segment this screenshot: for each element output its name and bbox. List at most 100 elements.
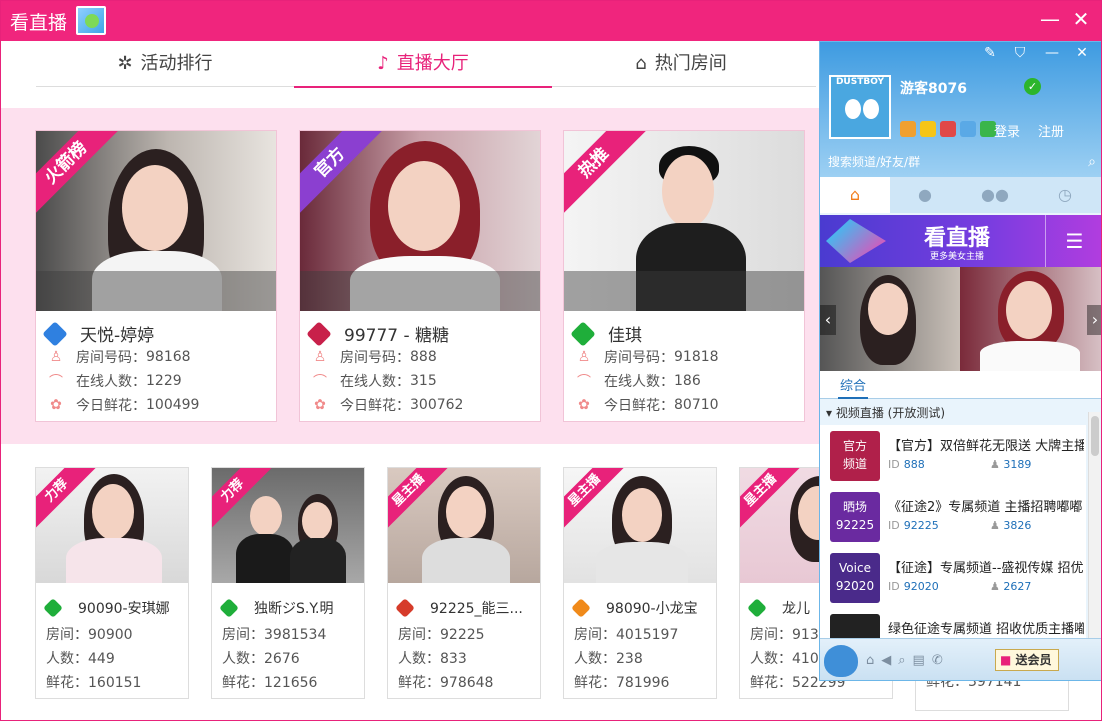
featured-card[interactable]: 官方 99777 - 糖糖 ♙ 房间号码： 888 ⌒ 在线人数： 315 ✿ 今日鲜花：…	[299, 130, 541, 422]
music-note-icon: ♪	[377, 53, 389, 74]
tab-hot-rooms[interactable]: ⌂ 热门房间	[552, 41, 810, 87]
host-card[interactable]: 力荐 90090-安琪娜 房间：90900 人数：449 鲜花：160151	[35, 467, 189, 699]
host-photo[interactable]: 星主播	[564, 468, 716, 583]
close-panel-button[interactable]: ✕	[1072, 45, 1092, 61]
tab-general[interactable]: 综合	[838, 375, 869, 399]
avatar[interactable]: DUSTBOY	[829, 75, 891, 139]
penguin-logo-icon[interactable]	[824, 645, 858, 677]
search-input[interactable]: 搜索频道/好友/群 ⌕	[828, 152, 1096, 172]
emerald-icon	[570, 320, 596, 347]
tab-chat[interactable]: ●	[890, 177, 960, 213]
flowers-row: 鲜花：781996	[574, 672, 669, 692]
tab-group-chat[interactable]: ●●	[960, 177, 1030, 213]
host-name-text: 98090-小龙宝	[606, 601, 698, 617]
list-item[interactable]: 绿色征途专属频道 招收优质主播嘟	[820, 610, 1086, 638]
carousel-photo[interactable]	[820, 267, 960, 371]
list-item[interactable]: Voice 92020 【征途】专属频道--盛视传媒 招优 ID 92020 ♟ …	[820, 549, 1086, 609]
search-icon[interactable]: ⌕	[898, 653, 905, 668]
featured-card[interactable]: 火箭榜 天悦-婷婷 ♙ 房间号码： 98168 ⌒ 在线人数： 1229 ✿ 今日鲜花： 1…	[35, 130, 277, 422]
note-icon[interactable]: ▤	[913, 653, 925, 668]
host-carousel[interactable]: ‹ ›	[820, 267, 1101, 371]
minimize-button[interactable]: —	[1038, 7, 1062, 31]
skin-icon[interactable]: ⛉	[1010, 45, 1030, 61]
register-link[interactable]: 注册	[1038, 121, 1064, 140]
room-row: 房间：3981534	[222, 624, 326, 644]
host-name-text: 92225_能三...	[430, 601, 523, 617]
signal-icon: ⌒	[577, 374, 591, 390]
host-card-partial[interactable]: 鲜花：397141	[915, 681, 1069, 711]
flowers-label: 今日鲜花：	[604, 398, 674, 414]
host-photo[interactable]: 力荐	[212, 468, 364, 583]
gift-vip-button[interactable]: ■ 送会员	[995, 649, 1059, 671]
people-row: 人数：449	[46, 648, 115, 668]
username: 游客8076	[900, 81, 967, 97]
edit-icon[interactable]: ✎	[980, 45, 1000, 61]
channel-list: 官方 频道 【官方】双倍鲜花无限送 大牌主播 ID 888 ♟ 3189 晒场 9…	[820, 425, 1086, 638]
people-count: 410	[792, 651, 819, 667]
flowers-label: 鲜花：	[574, 675, 616, 691]
rank-icon[interactable]	[920, 121, 936, 137]
flowers-count: 781996	[616, 675, 670, 691]
title-bar: 看直播 — ✕	[1, 1, 1101, 41]
phone-icon[interactable]: ✆	[932, 653, 943, 668]
home-icon[interactable]: ⌂	[866, 653, 874, 668]
login-link[interactable]: 登录	[994, 121, 1020, 140]
people-label: 人数：	[46, 651, 88, 667]
tab-activity-ranking[interactable]: ✲ 活动排行	[36, 41, 294, 87]
tab-recent[interactable]: ◷	[1030, 177, 1100, 213]
list-item[interactable]: 晒场 92225 《征途2》专属频道 主播招聘嘟嘟 ID 92225 ♟ 3826	[820, 488, 1086, 548]
people-label: 人数：	[222, 651, 264, 667]
room-label: 房间号码：	[76, 350, 146, 366]
host-card[interactable]: 力荐 独断ジS.Y.明 房间：3981534 人数：2676 鲜花：121656	[211, 467, 365, 699]
tab-live-hall[interactable]: ♪ 直播大厅	[294, 41, 552, 88]
channel-title: 《征途2》专属频道 主播招聘嘟嘟	[888, 500, 1083, 515]
tab-home[interactable]: ⌂	[820, 177, 890, 213]
game-icon[interactable]	[900, 121, 916, 137]
scrollbar-thumb[interactable]	[1091, 416, 1099, 456]
section-header[interactable]: ▾ 视频直播 (开放测试)	[826, 404, 945, 421]
carousel-prev-icon[interactable]: ‹	[820, 305, 836, 335]
list-item[interactable]: 官方 频道 【官方】双倍鲜花无限送 大牌主播 ID 888 ♟ 3189	[820, 427, 1086, 487]
carousel-photo[interactable]	[960, 267, 1101, 371]
flowers-row: ✿ 今日鲜花： 80710	[574, 395, 718, 415]
host-photo[interactable]: 火箭榜	[36, 131, 276, 311]
featured-section: 火箭榜 天悦-婷婷 ♙ 房间号码： 98168 ⌒ 在线人数： 1229 ✿ 今日鲜花： 1…	[1, 108, 819, 444]
channel-count: ♟ 2627	[990, 580, 1031, 593]
mail-icon[interactable]	[940, 121, 956, 137]
host-photo[interactable]: 星主播	[388, 468, 540, 583]
flowers-label: 鲜花：	[926, 681, 968, 690]
online-row: ⌒ 在线人数： 315	[310, 371, 437, 391]
id-label: ID	[888, 458, 900, 471]
chat-bubble-icon: ●	[918, 185, 932, 204]
host-name-text: 90090-安琪娜	[78, 601, 170, 617]
host-card[interactable]: 星主播 98090-小龙宝 房间：4015197 人数：238 鲜花：78199…	[563, 467, 717, 699]
id-label: ID	[888, 580, 900, 593]
host-photo[interactable]: 热推	[564, 131, 804, 311]
search-icon[interactable]: ⌕	[1088, 152, 1096, 172]
emerald-icon	[43, 598, 63, 618]
channel-title: 【征途】专属频道--盛视传媒 招优	[888, 561, 1084, 576]
live-banner[interactable]: 看直播 更多美女主播 ☰	[820, 215, 1101, 267]
list-scrollbar[interactable]	[1088, 412, 1100, 638]
online-status-icon[interactable]: ✓	[1024, 78, 1041, 95]
host-photo[interactable]: 力荐	[36, 468, 188, 583]
host-photo[interactable]: 官方	[300, 131, 540, 311]
ruby-icon	[306, 320, 332, 347]
flowers-row: 鲜花：397141	[926, 681, 1021, 691]
channel-id: ID 92225	[888, 519, 939, 532]
flowers-count: 300762	[410, 397, 464, 413]
minimize-panel-button[interactable]: —	[1042, 45, 1062, 61]
speaker-icon[interactable]: ◀	[881, 653, 891, 668]
id-value: 888	[903, 458, 925, 471]
featured-card[interactable]: 热推 佳琪 ♙ 房间号码： 91818 ⌒ 在线人数： 186 ✿ 今日鲜花： 80710	[563, 130, 805, 422]
people-count: 2676	[264, 651, 300, 667]
ribbon-badge: 热推	[564, 131, 647, 216]
carousel-next-icon[interactable]: ›	[1087, 305, 1101, 335]
topaz-icon	[571, 598, 591, 618]
robot-icon[interactable]	[960, 121, 976, 137]
close-button[interactable]: ✕	[1069, 7, 1093, 31]
host-card[interactable]: 星主播 92225_能三... 房间：92225 人数：833 鲜花：97864…	[387, 467, 541, 699]
host-name: 独断ジS.Y.明	[219, 598, 334, 618]
menu-list-icon[interactable]: ☰	[1045, 215, 1101, 267]
room-label: 房间：	[398, 627, 440, 643]
